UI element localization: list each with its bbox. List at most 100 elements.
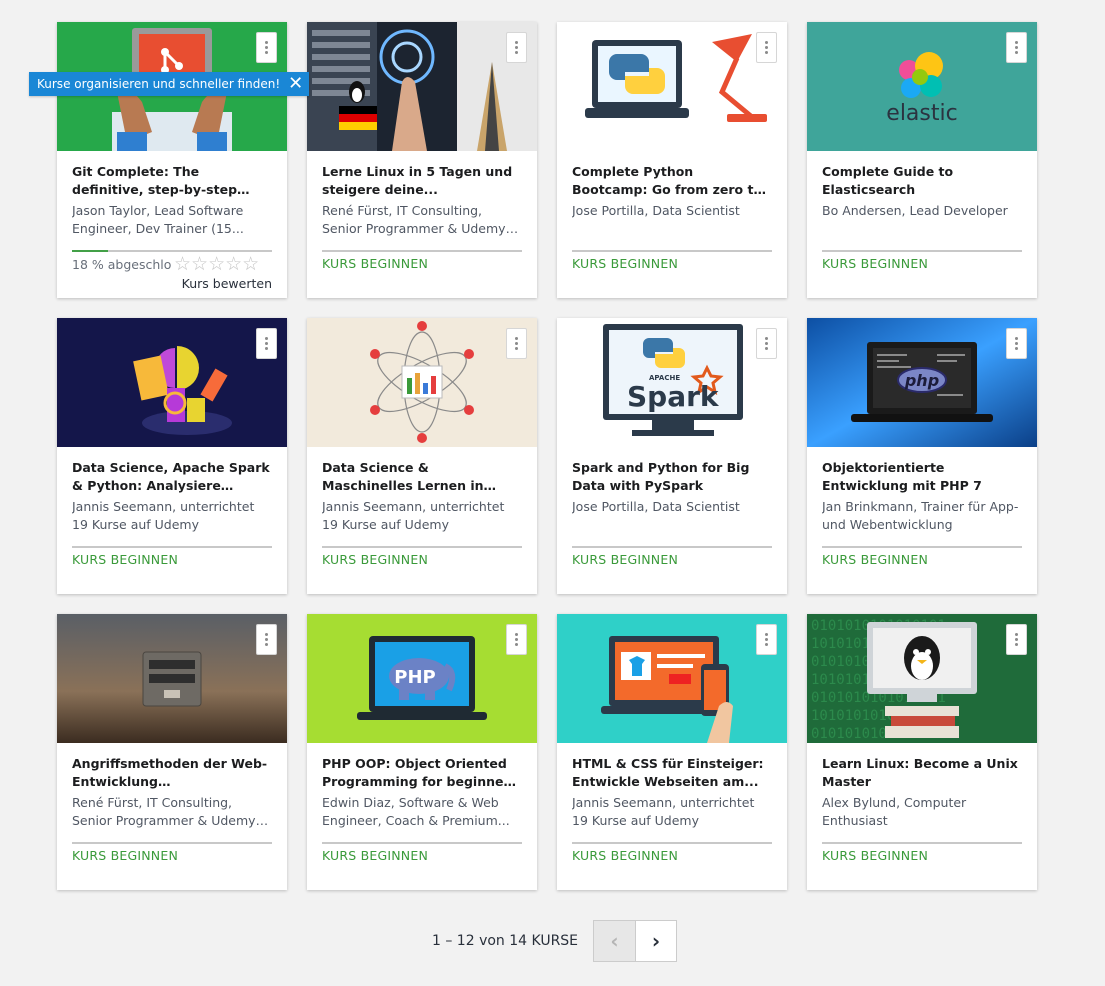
course-thumbnail-linux-5-tagen[interactable] — [307, 22, 537, 151]
card-menu-button[interactable] — [506, 624, 527, 655]
course-instructor: Jan Brinkmann, Trainer für App- und Webe… — [822, 499, 1019, 532]
course-thumbnail-php-oop[interactable]: PHP — [307, 614, 537, 743]
card-menu-button[interactable] — [1006, 328, 1027, 359]
divider — [822, 842, 1022, 844]
course-card[interactable]: Complete Python Bootcamp: Go from zero t… — [557, 22, 787, 298]
course-instructor: Alex Bylund, Computer Enthusiast — [822, 795, 967, 828]
course-card[interactable]: Git Complete: The definitive, step-by-st… — [57, 22, 287, 298]
course-instructor: Jose Portilla, Data Scientist — [572, 499, 740, 514]
organize-courses-tooltip[interactable]: Kurse organisieren und schneller finden!… — [29, 72, 310, 96]
divider — [322, 250, 522, 252]
card-menu-button[interactable] — [256, 32, 277, 63]
course-instructor: Bo Andersen, Lead Developer — [822, 203, 1008, 218]
course-thumbnail-elasticsearch[interactable]: elastic — [807, 22, 1037, 151]
course-card[interactable]: APACHE Spark Spark and Python for Big Da… — [557, 318, 787, 594]
divider — [822, 250, 1022, 252]
course-instructor: Jose Portilla, Data Scientist — [572, 203, 740, 218]
pagination-text: 1 – 12 von 14 KURSE — [432, 933, 579, 949]
course-grid: Git Complete: The definitive, step-by-st… — [57, 22, 1037, 890]
progress-text: 18 % abgeschlo... — [72, 256, 172, 272]
course-card[interactable]: elastic Complete Guide to Elasticsearch … — [807, 22, 1037, 298]
course-thumbnail-angriffsmethoden[interactable] — [57, 614, 287, 743]
card-menu-button[interactable] — [756, 32, 777, 63]
start-course-button[interactable]: KURS BEGINNEN — [572, 847, 678, 865]
course-title[interactable]: Data Science, Apache Spark & Python: Ana… — [72, 459, 272, 495]
course-title[interactable]: Objektorientierte Entwicklung mit PHP 7 — [822, 459, 1022, 495]
star-icon[interactable]: ☆☆☆☆☆ — [174, 255, 259, 274]
course-thumbnail-python-bootcamp[interactable] — [557, 22, 787, 151]
elastic-logo-text: elastic — [886, 101, 957, 126]
start-course-button[interactable]: KURS BEGINNEN — [822, 551, 928, 569]
course-thumbnail-html-css[interactable] — [557, 614, 787, 743]
progress-bar-fill — [72, 250, 108, 252]
course-card[interactable]: HTML & CSS für Einsteiger: Entwickle Web… — [557, 614, 787, 890]
divider — [822, 546, 1022, 548]
course-thumbnail-data-science-spark[interactable] — [57, 318, 287, 447]
start-course-button[interactable]: KURS BEGINNEN — [322, 255, 428, 273]
chevron-left-icon: ‹ — [610, 929, 619, 953]
divider — [72, 842, 272, 844]
rating-stars[interactable]: ☆☆☆☆☆ — [174, 255, 259, 274]
card-menu-button[interactable] — [256, 328, 277, 359]
start-course-button[interactable]: KURS BEGINNEN — [72, 847, 178, 865]
card-menu-button[interactable] — [506, 32, 527, 63]
course-title[interactable]: Git Complete: The definitive, step-by-st… — [72, 163, 272, 199]
course-thumbnail-data-science-ml[interactable] — [307, 318, 537, 447]
course-card[interactable]: 0101010101010101 1010101010101010 01010101… — [807, 614, 1037, 890]
course-title[interactable]: Data Science & Maschinelles Lernen in Py… — [322, 459, 522, 495]
card-menu-button[interactable] — [1006, 624, 1027, 655]
course-instructor: Jannis Seemann, unterrichtet 19 Kurse au… — [72, 499, 255, 532]
php-logo-text: php — [904, 371, 939, 390]
course-instructor: Jannis Seemann, unterrichtet 19 Kurse au… — [322, 499, 505, 532]
spark-logo-text: Spark — [627, 380, 720, 413]
chevron-right-icon: › — [651, 929, 661, 953]
start-course-button[interactable]: KURS BEGINNEN — [322, 551, 428, 569]
next-page-button[interactable]: › — [635, 920, 678, 962]
course-title[interactable]: Learn Linux: Become a Unix Master — [822, 755, 1022, 791]
card-menu-button[interactable] — [1006, 32, 1027, 63]
course-instructor: Jannis Seemann, unterrichtet 19 Kurse au… — [572, 795, 755, 828]
divider — [572, 546, 772, 548]
course-card[interactable]: PHP PHP OOP: Object Oriented Programming… — [307, 614, 537, 890]
course-card[interactable]: Data Science & Maschinelles Lernen in Py… — [307, 318, 537, 594]
card-menu-button[interactable] — [756, 624, 777, 655]
course-card[interactable]: Lerne Linux in 5 Tagen und steigere dein… — [307, 22, 537, 298]
course-title[interactable]: Complete Guide to Elasticsearch — [822, 163, 1022, 199]
divider — [322, 546, 522, 548]
course-thumbnail-php7[interactable]: php — [807, 318, 1037, 447]
rate-course-link[interactable]: Kurs bewerten — [72, 276, 272, 291]
start-course-button[interactable]: KURS BEGINNEN — [572, 551, 678, 569]
course-title[interactable]: HTML & CSS für Einsteiger: Entwickle Web… — [572, 755, 772, 791]
course-instructor: Jason Taylor, Lead Software Engineer, De… — [72, 203, 244, 236]
start-course-button[interactable]: KURS BEGINNEN — [822, 847, 928, 865]
course-title[interactable]: Angriffsmethoden der Web-Entwicklung ken… — [72, 755, 272, 791]
php-elephant-text: PHP — [394, 667, 435, 688]
start-course-button[interactable]: KURS BEGINNEN — [572, 255, 678, 273]
course-card[interactable]: Data Science, Apache Spark & Python: Ana… — [57, 318, 287, 594]
card-menu-button[interactable] — [756, 328, 777, 359]
start-course-button[interactable]: KURS BEGINNEN — [822, 255, 928, 273]
course-instructor: René Fürst, IT Consulting, Senior Progra… — [72, 795, 256, 828]
divider — [572, 250, 772, 252]
progress-bar — [72, 250, 272, 252]
divider — [72, 546, 272, 548]
divider — [572, 842, 772, 844]
divider — [322, 842, 522, 844]
course-title[interactable]: Lerne Linux in 5 Tagen und steigere dein… — [322, 163, 522, 199]
course-thumbnail-pyspark[interactable]: APACHE Spark — [557, 318, 787, 447]
start-course-button[interactable]: KURS BEGINNEN — [72, 551, 178, 569]
course-title[interactable]: Complete Python Bootcamp: Go from zero t… — [572, 163, 772, 199]
course-instructor: René Fürst, IT Consulting, Senior Progra… — [322, 203, 506, 236]
course-title[interactable]: PHP OOP: Object Oriented Programming for… — [322, 755, 522, 791]
start-course-button[interactable]: KURS BEGINNEN — [322, 847, 428, 865]
tooltip-text: Kurse organisieren und schneller finden! — [37, 77, 281, 91]
card-menu-button[interactable] — [256, 624, 277, 655]
course-card[interactable]: php Objektorientierte Entwicklung mit PH… — [807, 318, 1037, 594]
prev-page-button[interactable]: ‹ — [593, 920, 636, 962]
close-icon[interactable]: ✕ — [288, 75, 303, 93]
course-instructor: Edwin Diaz, Software & Web Engineer, Coa… — [322, 795, 510, 828]
course-thumbnail-learn-linux[interactable]: 0101010101010101 1010101010101010 01010101… — [807, 614, 1037, 743]
card-menu-button[interactable] — [506, 328, 527, 359]
course-title[interactable]: Spark and Python for Big Data with PySpa… — [572, 459, 772, 495]
course-card[interactable]: Angriffsmethoden der Web-Entwicklung ken… — [57, 614, 287, 890]
